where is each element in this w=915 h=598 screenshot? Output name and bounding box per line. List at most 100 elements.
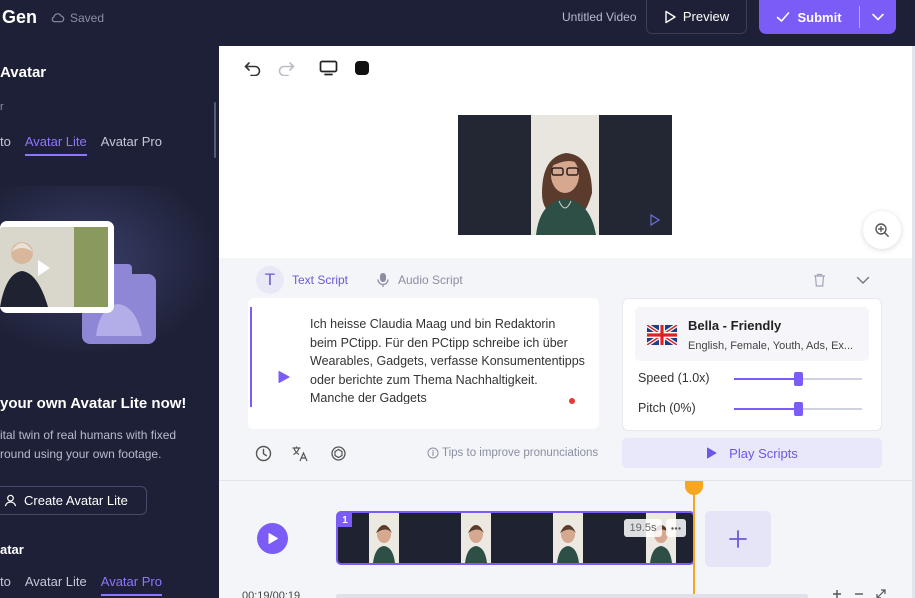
voice-selector[interactable]: Bella - Friendly English, Female, Youth,… bbox=[635, 307, 869, 361]
timeline-play-button[interactable] bbox=[257, 523, 288, 554]
pitch-slider[interactable] bbox=[734, 402, 862, 416]
delete-script-button[interactable] bbox=[809, 270, 829, 290]
speed-label: Speed (1.0x) bbox=[638, 371, 710, 385]
more-icon bbox=[671, 526, 681, 530]
translate-icon bbox=[292, 446, 308, 461]
tab-text-script[interactable]: T Text Script bbox=[256, 266, 348, 294]
create-avatar-lite-button[interactable]: Create Avatar Lite bbox=[0, 486, 147, 515]
avatar-sidebar: Avatar r to Avatar Lite Avatar Pro your … bbox=[0, 46, 219, 598]
pronunciation-tips-link[interactable]: Tips to improve pronunciations bbox=[427, 447, 598, 459]
sidebar-title: Avatar bbox=[0, 64, 47, 81]
sidebar-scrollbar[interactable] bbox=[214, 102, 216, 158]
voice-settings-card: Bella - Friendly English, Female, Youth,… bbox=[622, 298, 882, 431]
text-script-icon: T bbox=[256, 266, 284, 294]
avatar-type-tabs-2: to Avatar Lite Avatar Pro bbox=[0, 574, 162, 596]
clock-icon bbox=[255, 445, 271, 461]
play-scripts-label: Play Scripts bbox=[729, 445, 798, 461]
speed-slider[interactable] bbox=[734, 372, 862, 386]
play-icon bbox=[707, 447, 717, 459]
section-title-avatar: atar bbox=[0, 542, 24, 557]
tab-audio-script[interactable]: Audio Script bbox=[376, 272, 463, 288]
ai-assistant-icon bbox=[330, 445, 346, 461]
playhead-line[interactable] bbox=[693, 481, 695, 598]
text-script-label: Text Script bbox=[292, 273, 349, 287]
monitor-icon bbox=[319, 60, 337, 76]
tab-avatar-pro[interactable]: Avatar Pro bbox=[101, 134, 162, 156]
script-accent-bar bbox=[250, 307, 252, 407]
clip-more-button[interactable] bbox=[666, 519, 686, 537]
translate-button[interactable] bbox=[290, 443, 310, 463]
add-scene-button[interactable] bbox=[705, 511, 771, 567]
uk-flag-icon bbox=[647, 325, 677, 345]
user-icon bbox=[4, 494, 17, 507]
audio-script-label: Audio Script bbox=[398, 273, 463, 287]
video-canvas bbox=[219, 46, 912, 258]
timeline-zoom-in-button[interactable] bbox=[830, 587, 844, 598]
speed-slider-handle[interactable] bbox=[794, 372, 803, 386]
save-status: Saved bbox=[50, 10, 104, 25]
video-preview[interactable] bbox=[458, 115, 672, 235]
plus-icon bbox=[729, 530, 747, 548]
avatar-lite-illustration bbox=[0, 186, 219, 351]
play-outline-icon bbox=[665, 10, 676, 23]
promo-title: your own Avatar Lite now! bbox=[0, 395, 187, 412]
chevron-down-icon bbox=[872, 13, 884, 21]
minus-icon bbox=[855, 593, 863, 595]
script-text-card: Ich heisse Claudia Maag und bin Redaktor… bbox=[248, 298, 599, 429]
clip-thumbnail bbox=[369, 513, 399, 563]
clip-duration: 19.5s bbox=[624, 519, 662, 537]
preview-label: Preview bbox=[682, 9, 730, 24]
save-status-text: Saved bbox=[70, 10, 105, 25]
undo-icon bbox=[244, 62, 261, 76]
submit-button[interactable]: Submit bbox=[759, 0, 859, 34]
play-scripts-button[interactable]: Play Scripts bbox=[622, 438, 882, 468]
script-panel: T Text Script Audio Script Ich heisse Cl… bbox=[219, 258, 912, 480]
tab-photo-2[interactable]: to bbox=[0, 574, 11, 596]
preview-button[interactable]: Preview bbox=[646, 0, 747, 34]
tab-avatar-pro-2[interactable]: Avatar Pro bbox=[100, 574, 162, 596]
tab-avatar-lite[interactable]: Avatar Lite bbox=[24, 134, 87, 156]
text-cursor-marker bbox=[569, 398, 575, 404]
pitch-slider-handle[interactable] bbox=[794, 402, 803, 416]
redo-button[interactable] bbox=[276, 58, 296, 78]
zoom-button[interactable] bbox=[863, 211, 901, 249]
submit-label: Submit bbox=[797, 9, 842, 25]
document-title[interactable]: Untitled Video bbox=[562, 10, 637, 24]
play-icon bbox=[268, 533, 278, 544]
expand-icon bbox=[876, 589, 886, 598]
promo-description: ital twin of real humans with fixed roun… bbox=[0, 428, 177, 461]
pause-timing-button[interactable] bbox=[253, 443, 273, 463]
redo-icon bbox=[278, 62, 295, 76]
top-bar: Gen Saved Untitled Video Preview Submit bbox=[0, 0, 915, 46]
tab-avatar-lite-2[interactable]: Avatar Lite bbox=[25, 574, 87, 596]
time-display: 00:19/00:19 bbox=[242, 590, 301, 598]
play-script-icon[interactable] bbox=[277, 370, 291, 384]
avatar-type-tabs: to Avatar Lite Avatar Pro bbox=[0, 134, 162, 156]
scene-clip[interactable]: 1 19.5s bbox=[336, 511, 695, 565]
chevron-down-icon bbox=[856, 276, 870, 284]
cloud-icon bbox=[51, 13, 65, 23]
script-text-editor[interactable]: Ich heisse Claudia Maag und bin Redaktor… bbox=[310, 315, 585, 404]
sidebar-subtitle: r bbox=[0, 101, 4, 113]
pitch-label: Pitch (0%) bbox=[638, 401, 696, 415]
info-icon bbox=[427, 447, 439, 459]
collapse-script-button[interactable] bbox=[853, 270, 873, 290]
undo-button[interactable] bbox=[243, 58, 263, 78]
submit-dropdown[interactable] bbox=[860, 0, 896, 34]
timeline-fit-button[interactable] bbox=[874, 587, 888, 598]
create-avatar-lite-label: Create Avatar Lite bbox=[24, 493, 128, 508]
speed-slider-fill bbox=[734, 378, 798, 380]
aspect-ratio-button[interactable] bbox=[318, 58, 338, 78]
brand-logo: Gen bbox=[2, 7, 38, 27]
timeline-scrollbar[interactable] bbox=[336, 594, 808, 598]
pitch-slider-fill bbox=[734, 408, 798, 410]
zoom-in-icon bbox=[875, 223, 889, 237]
timeline-panel: 1 19.5s 00:19/00:19 bbox=[219, 480, 912, 598]
timeline-zoom-out-button[interactable] bbox=[852, 587, 866, 598]
microphone-icon bbox=[377, 273, 389, 287]
tips-text: Tips to improve pronunciations bbox=[442, 447, 599, 459]
tab-photo[interactable]: to bbox=[0, 134, 11, 156]
background-color-button[interactable] bbox=[352, 58, 372, 78]
ai-assistant-button[interactable] bbox=[328, 443, 348, 463]
playhead-handle[interactable] bbox=[685, 481, 703, 495]
